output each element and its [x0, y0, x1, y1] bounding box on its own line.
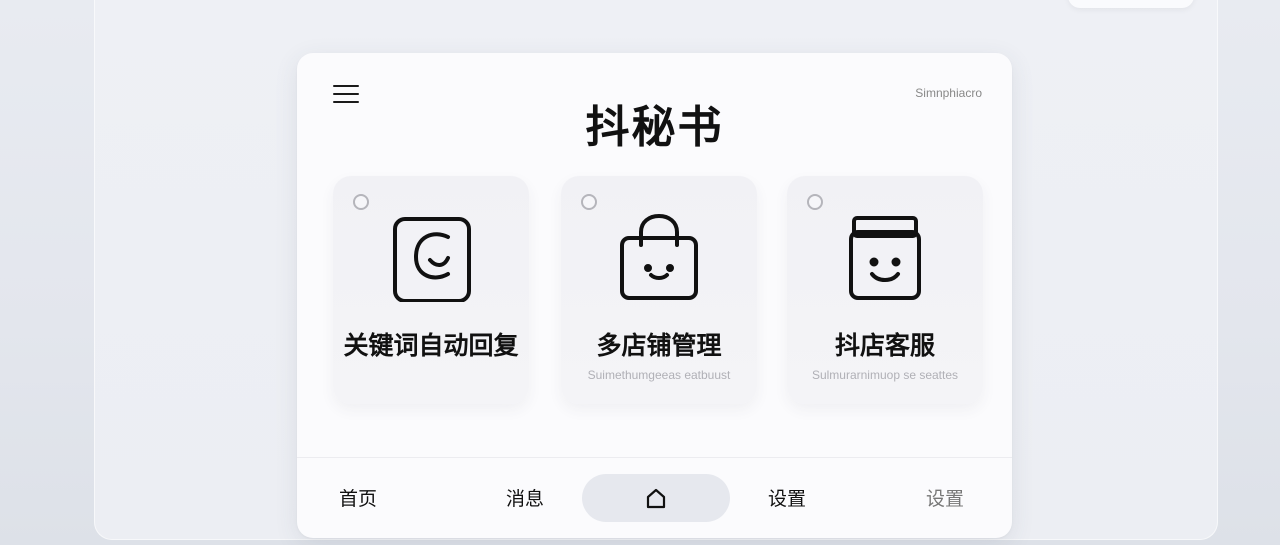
feature-radio[interactable]: [581, 194, 597, 210]
feature-card-customer-service[interactable]: 抖店客服 Sulmurarnimuop se seattes: [787, 176, 983, 404]
feature-label: 抖店客服: [834, 331, 935, 360]
feature-card-multi-store[interactable]: 多店铺管理 Suimethumgeeas eatbuust: [561, 176, 757, 404]
support-face-icon: [840, 212, 930, 302]
background-pill: [1068, 0, 1194, 8]
shopping-bag-icon: [614, 212, 704, 302]
bottom-nav: 首页 消息 设置 设置: [297, 458, 1012, 538]
app-title: 抖秘书: [585, 102, 724, 153]
feature-sublabel: Sulmurarnimuop se seattes: [811, 368, 959, 382]
feature-radio[interactable]: [807, 194, 823, 210]
nav-item-settings[interactable]: 设置: [768, 484, 806, 511]
feature-radio[interactable]: [353, 194, 369, 210]
feature-label: 关键词自动回复: [343, 331, 519, 360]
nav-item-messages[interactable]: 消息: [506, 484, 544, 511]
feature-card-keyword-reply[interactable]: 关键词自动回复: [333, 176, 529, 404]
chat-bubble-icon: [386, 212, 476, 303]
nav-item-settings-secondary[interactable]: 设置: [926, 484, 964, 511]
nav-home-button[interactable]: [582, 474, 730, 522]
home-icon: [646, 488, 666, 509]
nav-item-home[interactable]: 首页: [339, 484, 377, 511]
feature-label: 多店铺管理: [596, 331, 722, 360]
app-window: 抖秘书 Simnphiacro 关键词自动回复 多店铺管理 Suimethumg…: [297, 53, 1012, 538]
feature-sublabel: Suimethumgeeas eatbuust: [587, 368, 731, 382]
corner-label: Simnphiacro: [915, 86, 982, 100]
